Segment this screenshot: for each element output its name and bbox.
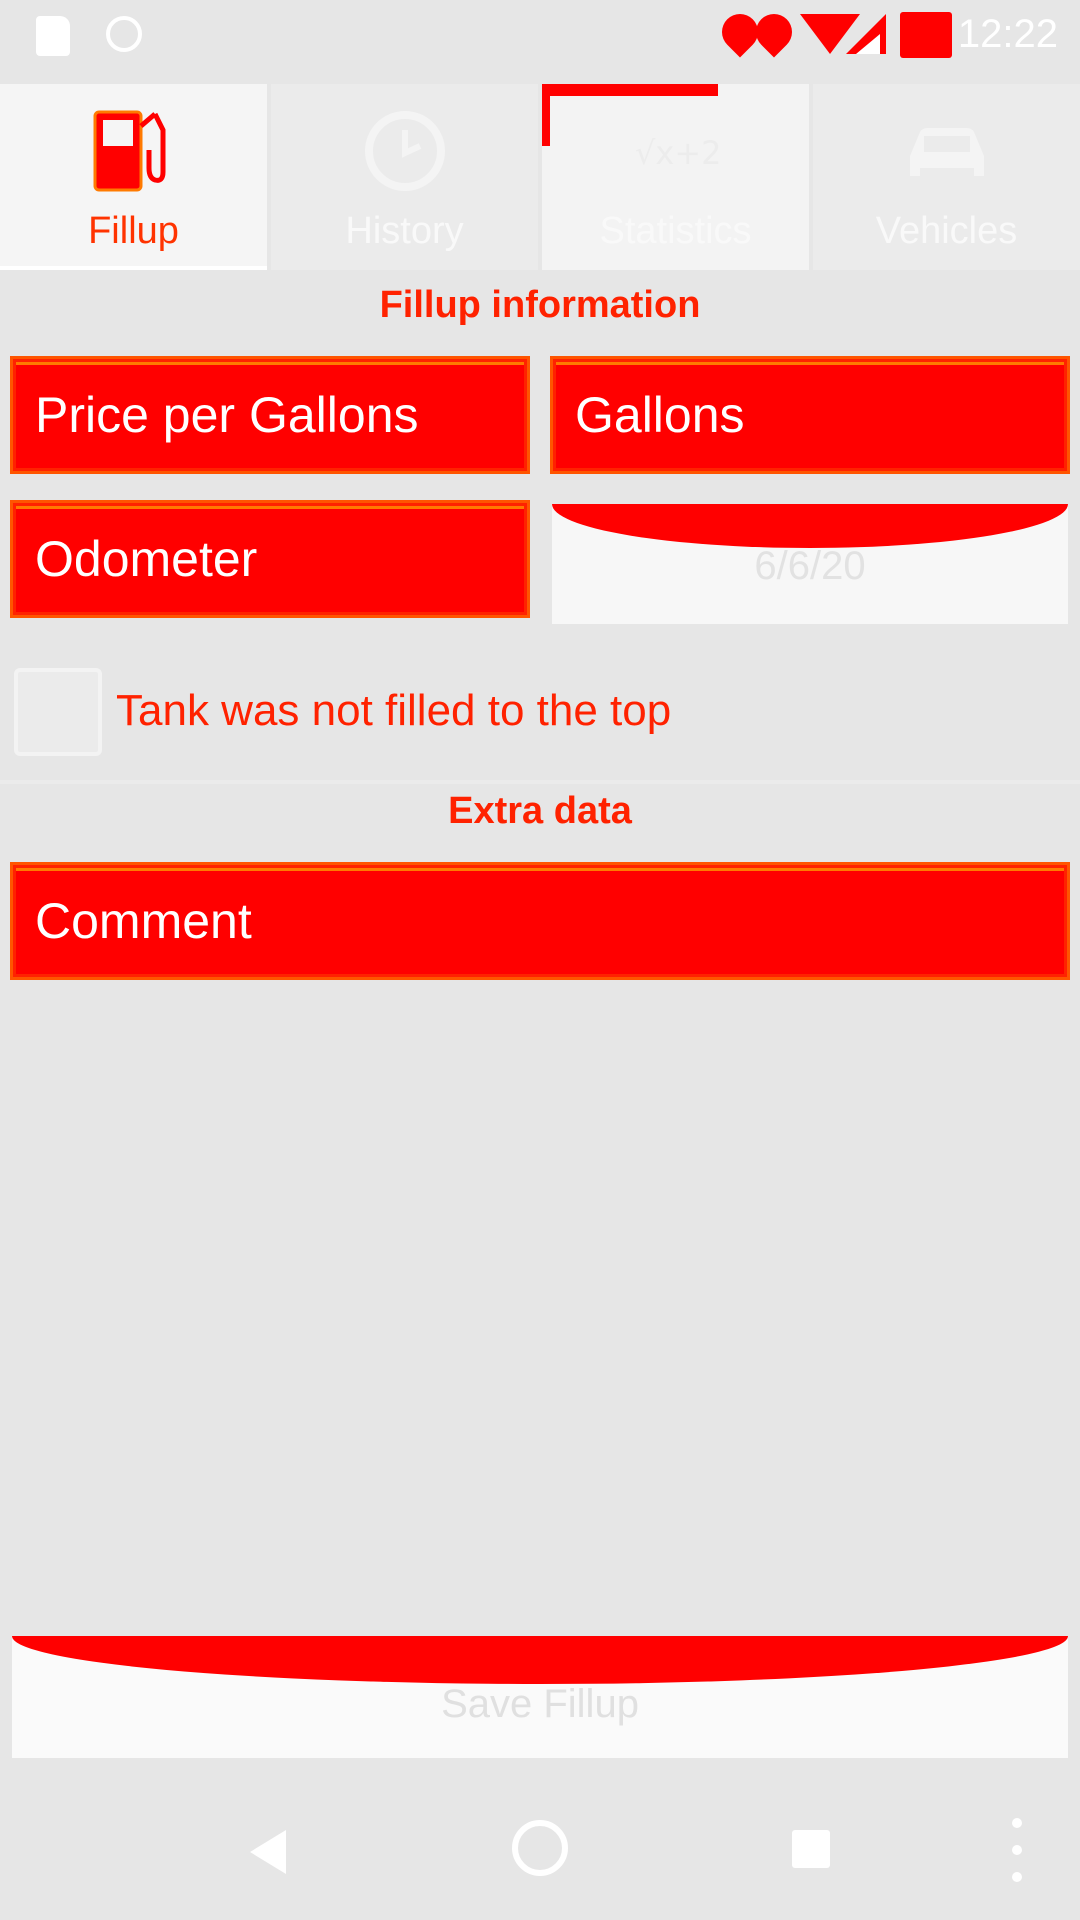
section-title-extra: Extra data [448, 790, 632, 832]
tab-fillup[interactable]: Fillup [0, 84, 267, 270]
location-icon [748, 6, 800, 58]
overflow-menu-icon[interactable] [1012, 1818, 1022, 1882]
tab-statistics[interactable]: √x+2 Statistics [542, 84, 809, 270]
status-bar: 12:22 [0, 0, 1080, 76]
navigation-bar [0, 1780, 1080, 1920]
gallons-placeholder: Gallons [575, 387, 745, 443]
car-icon [909, 128, 984, 176]
tab-label: Vehicles [875, 210, 1018, 252]
section-title-fillup: Fillup information [379, 284, 701, 326]
save-fillup-button[interactable]: Save Fillup [12, 1636, 1068, 1758]
gallons-input[interactable]: Gallons [550, 356, 1070, 474]
odometer-input[interactable]: Odometer [10, 500, 530, 618]
status-time: 12:22 [957, 12, 1058, 56]
tab-label: Statistics [599, 210, 752, 252]
tab-label: History [345, 210, 464, 252]
tank-not-full-row[interactable]: Tank was not filled to the top [0, 660, 1080, 772]
tab-vehicles[interactable]: Vehicles [813, 84, 1080, 270]
home-icon[interactable] [512, 1820, 568, 1876]
odometer-placeholder: Odometer [35, 531, 258, 587]
signal-empty-icon [856, 34, 880, 54]
svg-text:√x+2: √x+2 [635, 134, 721, 172]
battery-icon [900, 12, 952, 58]
tank-not-full-checkbox[interactable] [14, 668, 102, 756]
date-value: 6/6/20 [754, 544, 866, 588]
comment-input[interactable]: Comment [10, 862, 1070, 980]
fuel-pump-icon [93, 110, 165, 192]
tab-indicator [542, 84, 550, 146]
comment-placeholder: Comment [35, 893, 252, 949]
tab-label: Fillup [88, 210, 179, 252]
divider [0, 780, 1080, 784]
date-field-decoration [552, 504, 1068, 548]
recent-apps-icon[interactable] [792, 1830, 830, 1868]
button-decoration [12, 1636, 1068, 1684]
date-picker-button[interactable]: 6/6/20 [552, 504, 1068, 624]
tab-bar: Fillup History √x+2 Statistics Vehicles [0, 84, 1080, 270]
price-per-gallon-input[interactable]: Price per Gallons [10, 356, 530, 474]
back-icon[interactable] [250, 1830, 286, 1874]
sd-card-icon [36, 16, 70, 56]
tab-indicator [542, 84, 718, 96]
tab-history[interactable]: History [271, 84, 538, 270]
save-fillup-label: Save Fillup [441, 1682, 639, 1726]
sync-icon [106, 16, 142, 52]
price-per-gallon-placeholder: Price per Gallons [35, 387, 419, 443]
tank-not-full-label: Tank was not filled to the top [116, 686, 672, 735]
sqrt-formula-icon: √x+2 [635, 134, 721, 172]
clock-icon [364, 111, 445, 191]
